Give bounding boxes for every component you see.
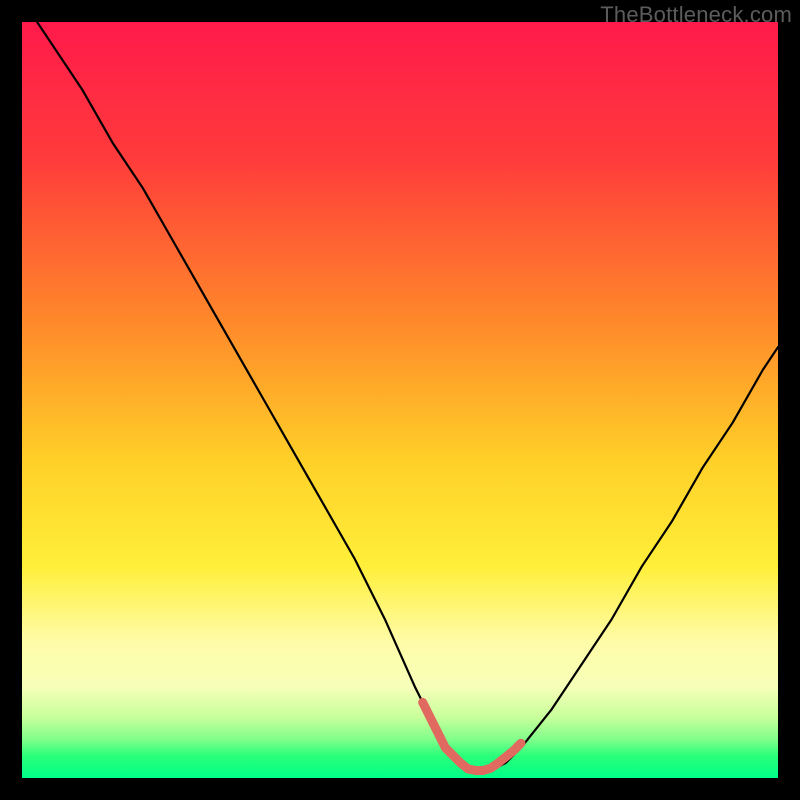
watermark-text: TheBottleneck.com xyxy=(600,2,792,28)
chart-valley-highlight xyxy=(22,22,778,778)
chart-frame: TheBottleneck.com xyxy=(0,0,800,800)
chart-plot-area xyxy=(22,22,778,778)
